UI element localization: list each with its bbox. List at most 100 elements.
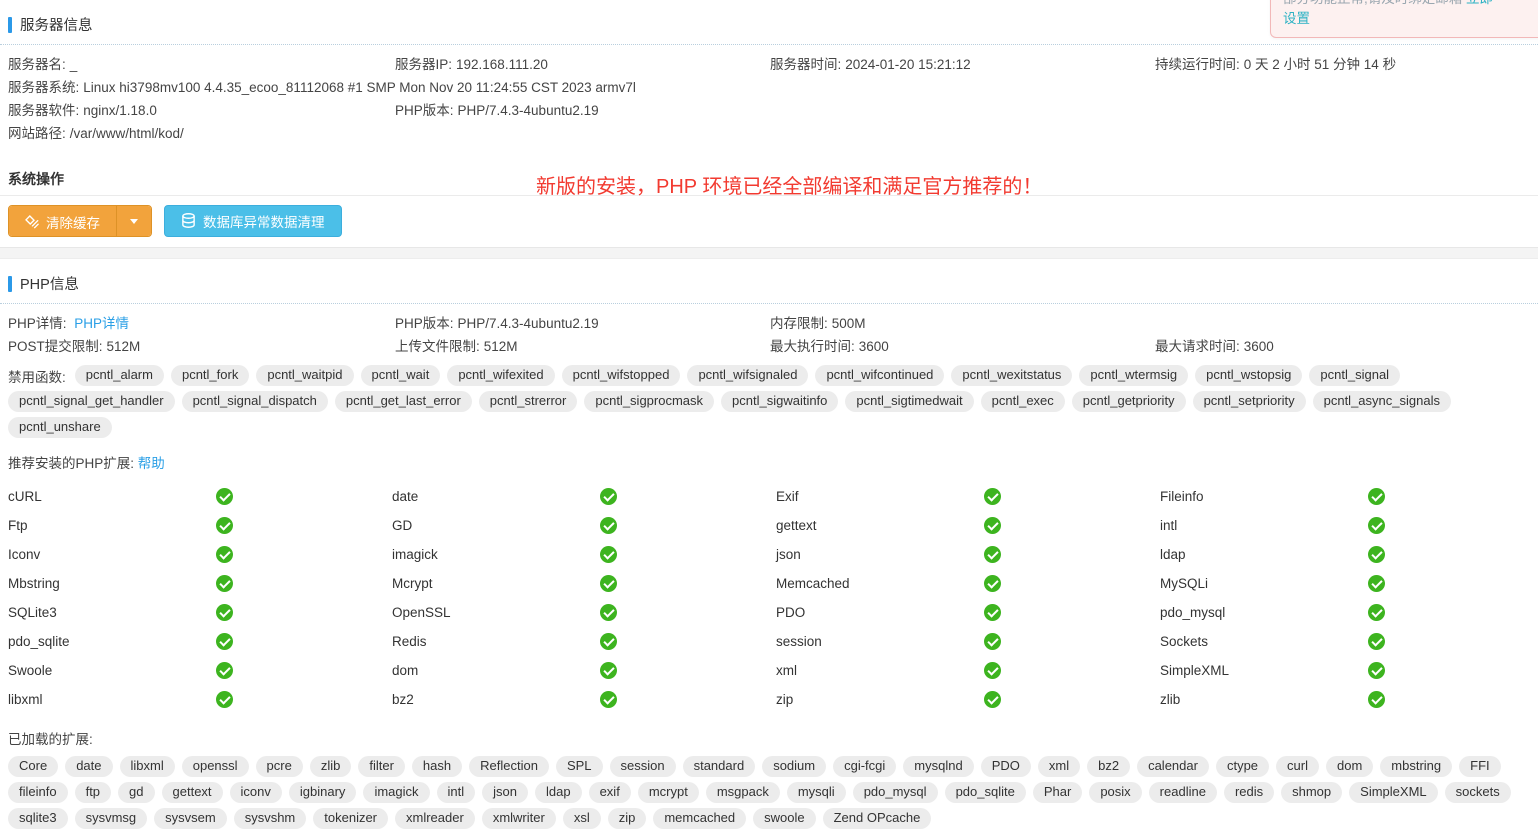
loaded-extension-tag: pcre [256,756,303,777]
extension-name: SimpleXML [1160,663,1368,678]
clear-cache-button[interactable]: 清除缓存 [9,206,116,237]
extension-name: Redis [392,634,600,649]
check-icon [216,517,233,534]
extension-item: zlib [1160,685,1538,714]
check-icon [216,546,233,563]
extension-item: GD [392,511,776,540]
extension-item: Fileinfo [1160,482,1538,511]
section-header-php: PHP信息 [0,259,1538,294]
disabled-function-tag: pcntl_signal_get_handler [8,391,175,412]
extension-name: zlib [1160,692,1368,707]
loaded-extension-tag: SPL [556,756,603,777]
check-icon [984,604,1001,621]
extension-name: zip [776,692,984,707]
loaded-extension-tag: json [482,782,528,803]
loaded-extension-tag: sockets [1445,782,1511,803]
loaded-extension-tag: ctype [1216,756,1269,777]
check-icon [1368,488,1385,505]
loaded-extension-tag: dom [1326,756,1373,777]
disabled-function-tag: pcntl_exec [981,391,1065,412]
extension-name: pdo_mysql [1160,605,1368,620]
disabled-function-tag: pcntl_sigtimedwait [845,391,973,412]
loaded-extension-tag: curl [1276,756,1319,777]
extension-name: MySQLi [1160,576,1368,591]
disabled-function-tag: pcntl_strerror [479,391,578,412]
check-icon [1368,546,1385,563]
check-icon [216,575,233,592]
disabled-function-tag: pcntl_sigprocmask [584,391,714,412]
loaded-extension-tag: PDO [981,756,1031,777]
server-section-title: 服务器信息 [20,14,93,35]
extension-item: SQLite3 [8,598,392,627]
disabled-functions-label: 禁用函数: [8,366,66,386]
clear-cache-dropdown-button[interactable] [116,206,151,237]
extension-item: Redis [392,627,776,656]
db-clean-button[interactable]: 数据库异常数据清理 [164,205,342,237]
check-icon [984,633,1001,650]
extension-item: Sockets [1160,627,1538,656]
loaded-extension-tag: exif [589,782,631,803]
extension-name: Fileinfo [1160,489,1368,504]
extension-name: Swoole [8,663,216,678]
disabled-function-tag: pcntl_signal_dispatch [182,391,328,412]
loaded-extension-tag: sysvmsg [75,808,148,829]
loaded-extension-tag: cgi-fcgi [833,756,896,777]
extension-item: zip [776,685,1160,714]
php-version-info-field: PHP版本:PHP/7.4.3-4ubuntu2.19 [395,312,770,335]
check-icon [600,633,617,650]
web-path-field: 网站路径:/var/www/html/kod/ [8,122,1538,145]
php-detail-link[interactable]: PHP详情 [74,316,129,331]
loaded-extension-tag: mcrypt [638,782,699,803]
loaded-extension-tag: Phar [1033,782,1082,803]
php-info-card: PHP信息 PHP详情: PHP详情 PHP版本:PHP/7.4.3-4ubun… [0,259,1538,829]
extension-name: intl [1160,518,1368,533]
loaded-extension-tag: hash [412,756,462,777]
extension-item: pdo_sqlite [8,627,392,656]
max-exec-field: 最大执行时间:3600 [770,335,1155,358]
extension-name: Ftp [8,518,216,533]
extension-item: OpenSSL [392,598,776,627]
loaded-extension-tag: mysqlnd [903,756,973,777]
loaded-extension-tag: gd [118,782,154,803]
extension-name: gettext [776,518,984,533]
extension-name: json [776,547,984,562]
loaded-extension-tag: mysqli [787,782,846,803]
check-icon [984,691,1001,708]
loaded-extension-tag: standard [683,756,756,777]
notification-link-now[interactable]: 立即 [1466,0,1493,6]
extension-item: xml [776,656,1160,685]
loaded-extension-tag: date [65,756,112,777]
help-link[interactable]: 帮助 [138,456,165,471]
extension-item: dom [392,656,776,685]
memory-limit-field: 内存限制:500M [770,312,1538,335]
loaded-extension-tag: openssl [182,756,249,777]
extension-name: dom [392,663,600,678]
loaded-extension-tag: gettext [162,782,223,803]
loaded-extension-tag: zlib [310,756,352,777]
loaded-extension-tag: Reflection [469,756,549,777]
notification-settings-link[interactable]: 设置 [1283,11,1310,26]
check-icon [216,604,233,621]
extension-item: libxml [8,685,392,714]
php-version-field: PHP版本:PHP/7.4.3-4ubuntu2.19 [395,99,1538,122]
extension-name: OpenSSL [392,605,600,620]
disabled-function-tag: pcntl_getpriority [1072,391,1186,412]
extension-item: Memcached [776,569,1160,598]
check-icon [216,662,233,679]
check-icon [984,488,1001,505]
loaded-extension-tag: ldap [535,782,582,803]
clear-cache-label: 清除缓存 [46,212,100,232]
loaded-extension-tag: Core [8,756,58,777]
loaded-extension-tag: iconv [230,782,282,803]
upload-limit-field: 上传文件限制:512M [395,335,770,358]
loaded-extension-tag: pdo_mysql [853,782,938,803]
loaded-extensions-label: 已加载的扩展: [0,714,1538,748]
disabled-function-tag: pcntl_async_signals [1313,391,1451,412]
extension-name: Mbstring [8,576,216,591]
loaded-extension-tag: igbinary [289,782,357,803]
disabled-function-tag: pcntl_wstopsig [1195,365,1302,386]
extension-name: Iconv [8,547,216,562]
check-icon [1368,517,1385,534]
clear-cache-icon [25,215,39,229]
post-limit-field: POST提交限制:512M [8,335,395,358]
